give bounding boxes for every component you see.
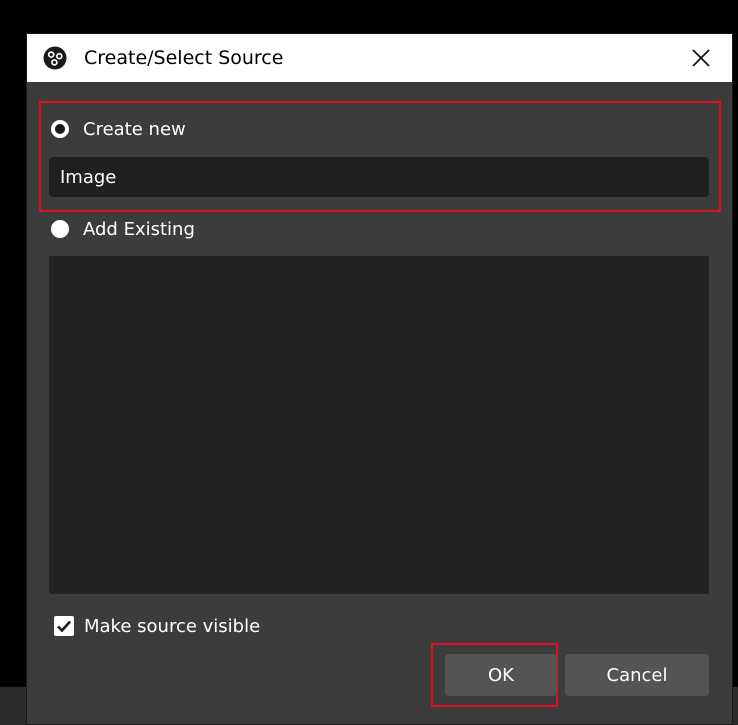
cancel-button[interactable]: Cancel <box>565 654 709 696</box>
screen: Create/Select Source Create new Add Exis… <box>0 0 738 725</box>
make-visible-option[interactable]: Make source visible <box>54 612 260 640</box>
create-select-source-dialog: Create/Select Source Create new Add Exis… <box>27 34 732 724</box>
close-icon <box>692 49 710 67</box>
make-visible-checkbox[interactable] <box>54 616 74 636</box>
add-existing-radio[interactable] <box>51 220 69 238</box>
ok-button[interactable]: OK <box>445 654 557 696</box>
create-new-label: Create new <box>83 118 186 140</box>
add-existing-label: Add Existing <box>83 218 195 240</box>
obs-logo-icon <box>43 46 67 70</box>
existing-sources-list[interactable] <box>49 256 709 594</box>
create-new-radio[interactable] <box>51 120 69 138</box>
source-name-input[interactable] <box>49 157 709 197</box>
checkmark-icon <box>57 620 71 633</box>
close-button[interactable] <box>683 40 719 76</box>
create-new-radio-option[interactable]: Create new <box>51 115 186 143</box>
add-existing-radio-option[interactable]: Add Existing <box>51 215 195 243</box>
title-bar: Create/Select Source <box>27 34 732 82</box>
make-visible-label: Make source visible <box>84 615 261 637</box>
dialog-title: Create/Select Source <box>84 47 284 69</box>
